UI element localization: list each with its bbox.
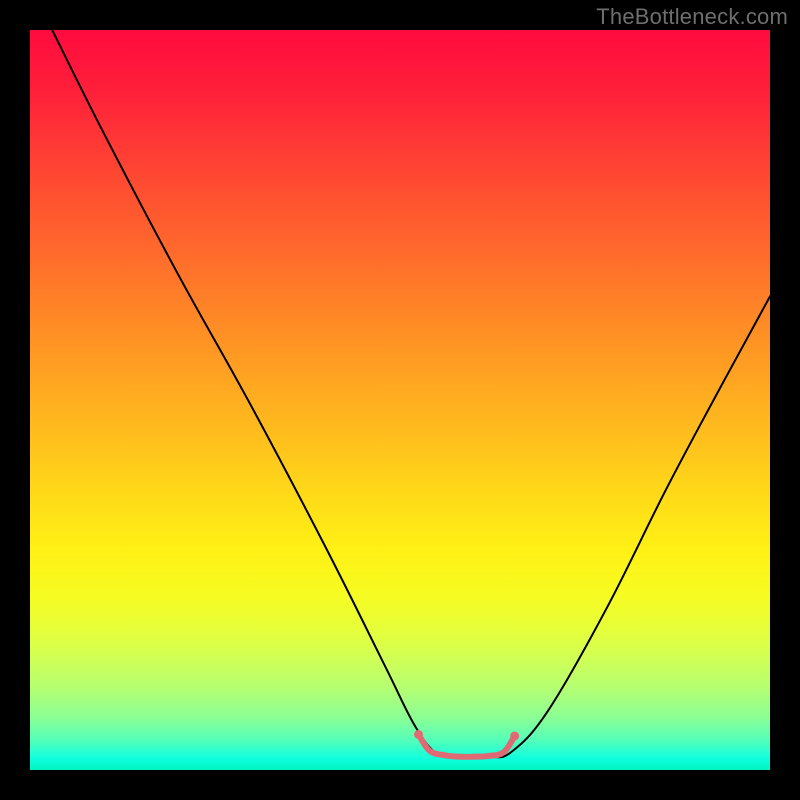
series-pink-curve-floor-endpoint [510,731,519,740]
series-pink-curve-floor [419,734,515,756]
series-black-curve [52,30,770,757]
series-layer [52,30,770,757]
watermark-text: TheBottleneck.com [596,4,788,30]
plot-svg [30,30,770,770]
series-pink-curve-floor-endpoint [414,730,423,739]
outer-frame: TheBottleneck.com [0,0,800,800]
plot-area [30,30,770,770]
